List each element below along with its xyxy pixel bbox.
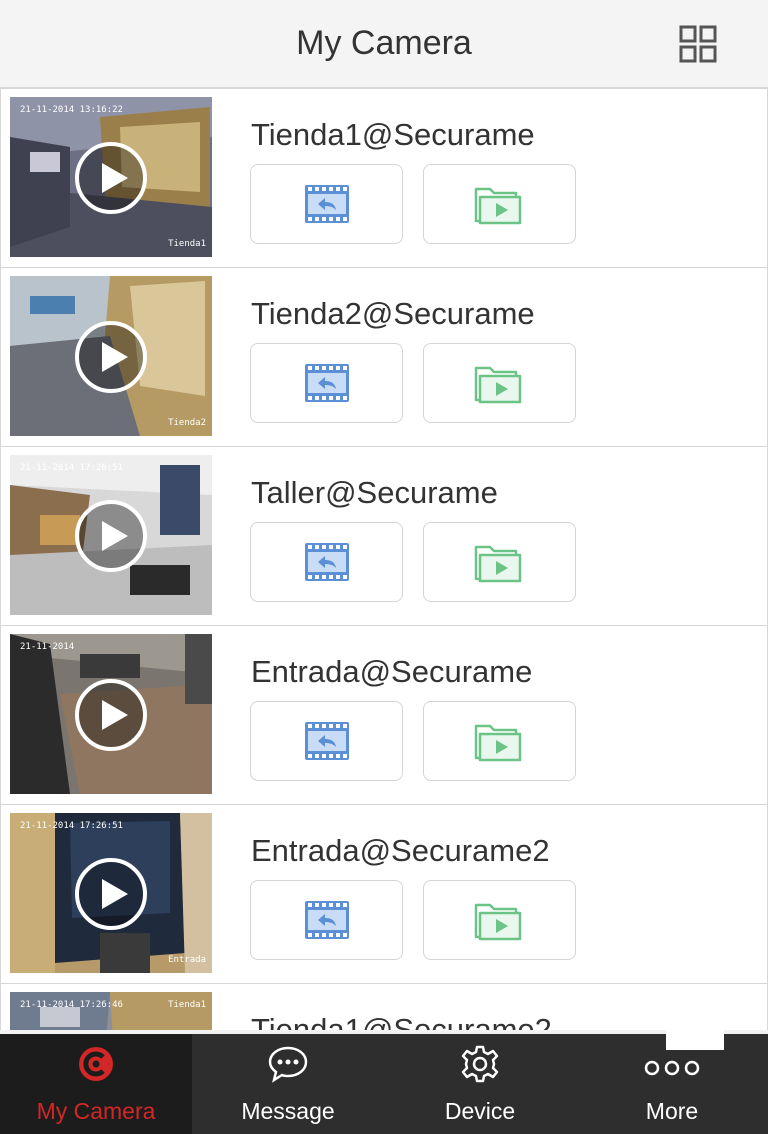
video-folder-icon	[474, 187, 521, 225]
osd-timestamp: 21-11-2014 17:26:46	[20, 1000, 123, 1010]
camera-thumbnail[interactable]: 21-11-2014 17:26:46 Tienda1	[10, 992, 212, 1030]
osd-camera-name: Tienda2	[168, 418, 206, 428]
camera-row[interactable]: Tienda2 Tienda2@Securame	[0, 267, 768, 447]
camera-snapshot	[10, 992, 212, 1030]
video-playback-icon	[304, 185, 349, 223]
video-playback-icon	[304, 722, 349, 760]
camera-thumbnail[interactable]: 21-11-2014 17:26:51 Entrada	[10, 813, 212, 973]
playback-button[interactable]	[250, 880, 403, 960]
tab-my-camera[interactable]: My Camera	[0, 1034, 192, 1134]
video-folder-icon	[474, 903, 521, 941]
notification-badge	[666, 1026, 724, 1050]
recordings-button[interactable]	[423, 522, 576, 602]
osd-timestamp: 21-11-2014 17:26:51	[20, 463, 123, 473]
camera-row[interactable]: 21-11-2014 17:26:46 Tienda1 Tienda1@Secu…	[0, 983, 768, 1030]
video-playback-icon	[304, 364, 349, 402]
play-icon[interactable]	[74, 678, 148, 752]
recordings-button[interactable]	[423, 880, 576, 960]
message-bubble-icon	[268, 1046, 308, 1083]
camera-name: Tienda1@Securame2	[251, 1012, 552, 1030]
video-playback-icon	[304, 901, 349, 939]
tab-label: More	[645, 1098, 699, 1124]
playback-button[interactable]	[250, 522, 403, 602]
tab-message[interactable]: Message	[192, 1034, 384, 1134]
gear-icon	[461, 1045, 499, 1083]
camera-thumbnail[interactable]: 21-11-2014	[10, 634, 212, 794]
osd-camera-name: Tienda1	[168, 239, 206, 249]
tab-label: Message	[241, 1098, 335, 1124]
playback-button[interactable]	[250, 164, 403, 244]
top-bar: My Camera	[0, 0, 768, 88]
osd-camera-name: Tienda1	[168, 1000, 206, 1010]
camera-row[interactable]: 21-11-2014 17:26:51 Taller@Securame	[0, 446, 768, 626]
play-icon[interactable]	[74, 857, 148, 931]
tab-label: Device	[444, 1098, 516, 1124]
camera-thumbnail[interactable]: Tienda2	[10, 276, 212, 436]
osd-camera-name: Entrada	[168, 955, 206, 965]
camera-row[interactable]: 21-11-2014 13:16:22 Tienda1 Tienda1@Secu…	[0, 88, 768, 268]
page-title: My Camera	[296, 24, 472, 62]
playback-button[interactable]	[250, 343, 403, 423]
camera-name: Tienda1@Securame	[251, 117, 535, 152]
play-icon[interactable]	[74, 320, 148, 394]
camera-row[interactable]: 21-11-2014 Entrada@Securame	[0, 625, 768, 805]
camera-logo-icon	[79, 1047, 113, 1081]
play-icon[interactable]	[74, 499, 148, 573]
playback-button[interactable]	[250, 701, 403, 781]
tab-label: My Camera	[36, 1098, 156, 1124]
osd-timestamp: 21-11-2014	[20, 642, 75, 652]
camera-name: Taller@Securame	[251, 475, 498, 510]
camera-thumbnail[interactable]: 21-11-2014 17:26:51	[10, 455, 212, 615]
recordings-button[interactable]	[423, 701, 576, 781]
osd-timestamp: 21-11-2014 13:16:22	[20, 105, 123, 115]
play-icon[interactable]	[74, 141, 148, 215]
camera-name: Entrada@Securame2	[251, 833, 550, 868]
more-dots-icon	[644, 1060, 700, 1076]
tab-device[interactable]: Device	[384, 1034, 576, 1134]
camera-list[interactable]: 21-11-2014 13:16:22 Tienda1 Tienda1@Secu…	[0, 88, 768, 1030]
camera-name: Tienda2@Securame	[251, 296, 535, 331]
video-folder-icon	[474, 724, 521, 762]
recordings-button[interactable]	[423, 164, 576, 244]
video-folder-icon	[474, 366, 521, 404]
recordings-button[interactable]	[423, 343, 576, 423]
osd-timestamp: 21-11-2014 17:26:51	[20, 821, 123, 831]
camera-name: Entrada@Securame	[251, 654, 533, 689]
video-playback-icon	[304, 543, 349, 581]
video-folder-icon	[474, 545, 521, 583]
camera-thumbnail[interactable]: 21-11-2014 13:16:22 Tienda1	[10, 97, 212, 257]
camera-row[interactable]: 21-11-2014 17:26:51 Entrada Entrada@Secu…	[0, 804, 768, 984]
bottom-tab-bar: My Camera Message Device More	[0, 1034, 768, 1134]
grid-view-icon[interactable]	[678, 24, 718, 64]
